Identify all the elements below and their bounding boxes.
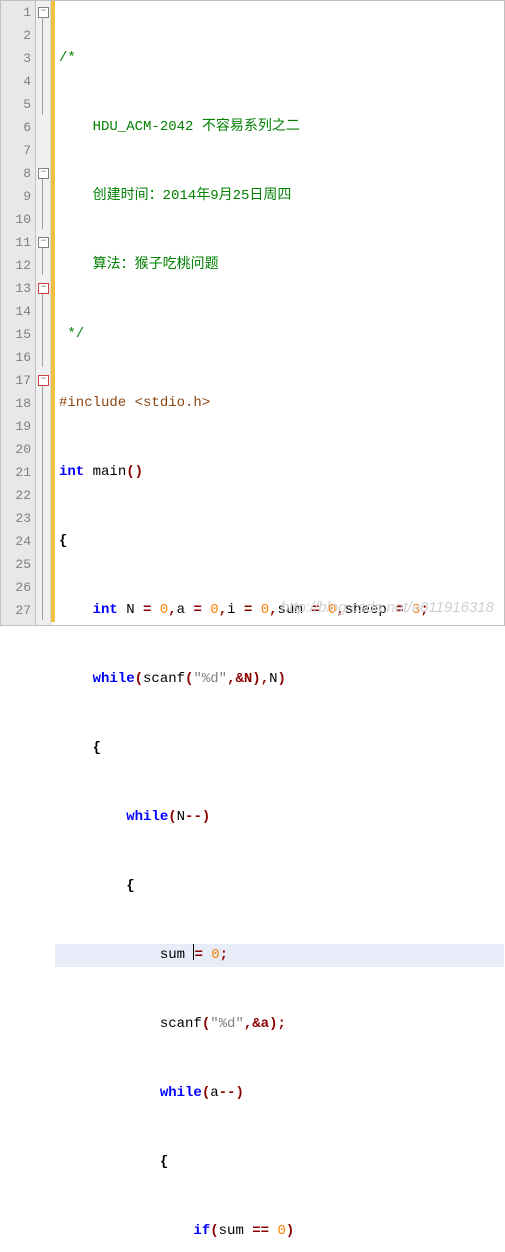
line-number-gutter: 1234567891011121314151617181920212223242… [1, 1, 36, 625]
line-number: 6 [1, 116, 31, 139]
line-number: 20 [1, 438, 31, 461]
comment: 算法：猴子吃桃问题 [59, 257, 219, 273]
fold-toggle-icon[interactable]: − [38, 7, 49, 18]
line-number: 17 [1, 369, 31, 392]
fold-toggle-icon[interactable]: − [38, 283, 49, 294]
fold-toggle-icon[interactable]: − [38, 237, 49, 248]
line-number: 13 [1, 277, 31, 300]
keyword: int [59, 464, 84, 480]
fold-toggle-icon[interactable]: − [38, 375, 49, 386]
line-number: 22 [1, 484, 31, 507]
line-number: 19 [1, 415, 31, 438]
line-number: 1 [1, 1, 31, 24]
line-number: 2 [1, 24, 31, 47]
line-number: 5 [1, 93, 31, 116]
preprocessor: #include [59, 395, 135, 411]
line-number: 25 [1, 553, 31, 576]
line-number: 16 [1, 346, 31, 369]
line-number: 8 [1, 162, 31, 185]
line-number: 11 [1, 231, 31, 254]
line-number: 10 [1, 208, 31, 231]
brace: { [59, 533, 67, 549]
line-number: 14 [1, 300, 31, 323]
code-area[interactable]: /* HDU_ACM-2042 不容易系列之二 创建时间：2014年9月25日周… [55, 1, 504, 625]
line-number: 27 [1, 599, 31, 622]
code-editor[interactable]: 1234567891011121314151617181920212223242… [0, 0, 505, 626]
comment: */ [59, 326, 84, 342]
fold-column[interactable]: − − − − − [36, 1, 51, 625]
line-number: 3 [1, 47, 31, 70]
line-number: 12 [1, 254, 31, 277]
line-number: 26 [1, 576, 31, 599]
line-number: 7 [1, 139, 31, 162]
comment: HDU_ACM-2042 不容易系列之二 [59, 119, 300, 135]
line-number: 24 [1, 530, 31, 553]
comment: /* [59, 50, 76, 66]
line-number: 15 [1, 323, 31, 346]
current-line: sum = 0; [55, 944, 504, 967]
line-number: 21 [1, 461, 31, 484]
line-number: 18 [1, 392, 31, 415]
line-number: 9 [1, 185, 31, 208]
line-number: 4 [1, 70, 31, 93]
fold-toggle-icon[interactable]: − [38, 168, 49, 179]
line-number: 23 [1, 507, 31, 530]
comment: 创建时间：2014年9月25日周四 [59, 188, 291, 204]
